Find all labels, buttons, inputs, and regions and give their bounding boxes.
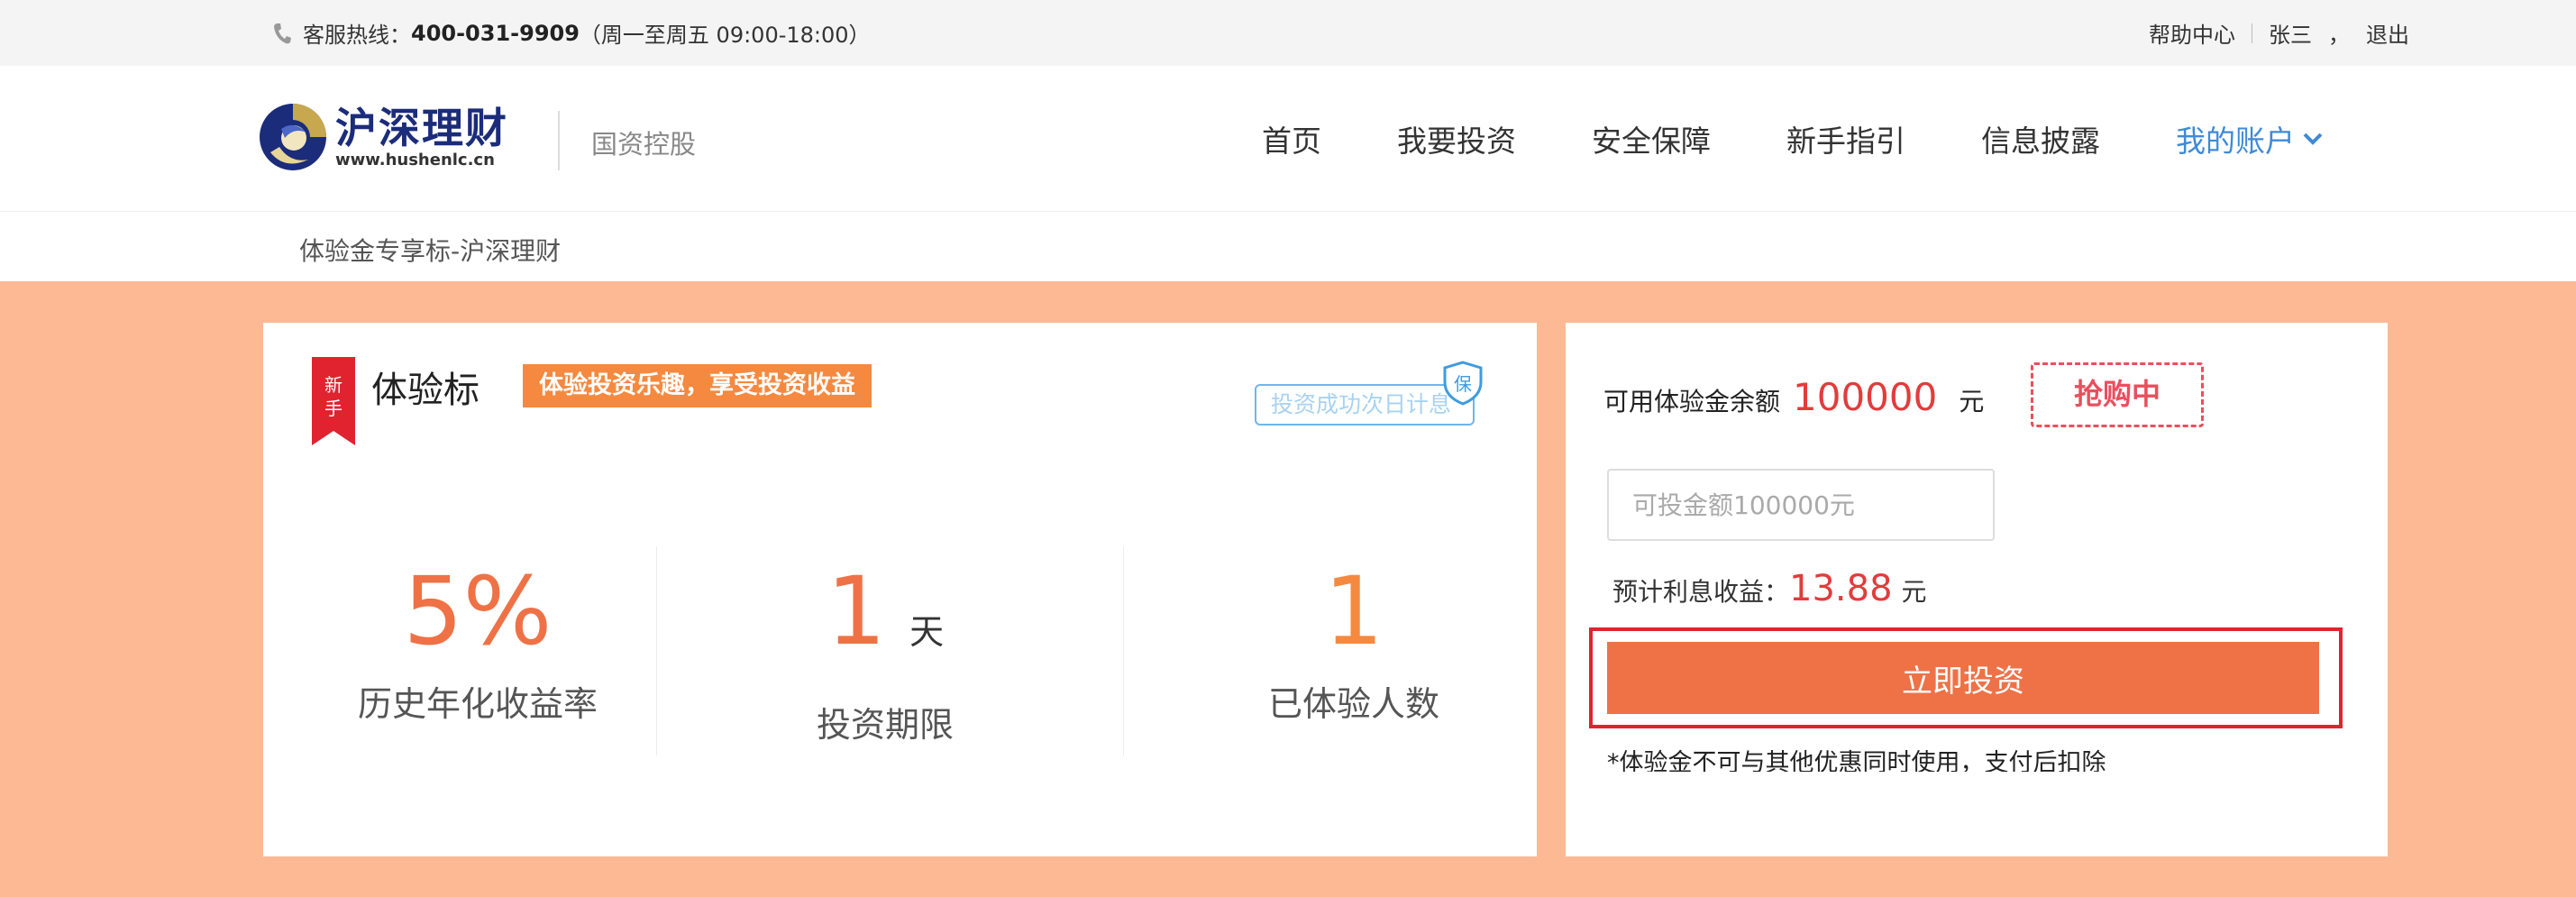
annual-rate-stat: 5% 历史年化收益率	[324, 564, 631, 726]
brand-url: www.hushenlc.cn	[335, 151, 495, 169]
nav-my-account[interactable]: 我的账户	[2176, 117, 2324, 160]
term-value: 1天	[705, 564, 1065, 679]
stat-divider	[656, 546, 657, 755]
svg-text:手: 手	[324, 398, 343, 419]
available-balance: 可用体验金余额 100000 元	[1603, 375, 1984, 419]
stat-divider	[1123, 546, 1124, 755]
product-slogan: 体验投资乐趣，享受投资收益	[523, 364, 872, 407]
service-hotline: 客服热线： 400-031-9909 （周一至周五 09:00-18:00）	[272, 0, 871, 66]
term-stat: 1天 投资期限	[705, 564, 1065, 746]
term-unit: 天	[909, 612, 945, 652]
expected-interest: 预计利息收益： 13.88 元	[1612, 568, 1927, 609]
username-link[interactable]: 张三	[2269, 17, 2312, 49]
participants-label: 已体验人数	[1267, 684, 1439, 724]
hotline-number: 400-031-9909	[411, 20, 580, 46]
brand-name: 沪深理财	[335, 104, 508, 152]
nav-home[interactable]: 首页	[1262, 117, 1321, 160]
nav-guide[interactable]: 新手指引	[1786, 117, 1905, 160]
term-number: 1	[826, 556, 887, 666]
site-logo[interactable]: 沪深理财 www.hushenlc.cn	[258, 102, 508, 172]
selling-status-stamp: 抢购中	[2031, 362, 2204, 427]
participants-stat: 1 已体验人数	[1201, 564, 1507, 726]
usage-note: *体验金不可与其他优惠同时使用，支付后扣除	[1607, 749, 2106, 772]
expected-interest-label: 预计利息收益：	[1612, 577, 1790, 607]
chevron-down-icon	[2303, 133, 2323, 145]
tagline: 国资控股	[591, 129, 697, 160]
breadcrumb: 体验金专享标-沪深理财	[0, 212, 2576, 281]
nav-security[interactable]: 安全保障	[1592, 117, 1711, 160]
invest-amount-input[interactable]	[1607, 469, 1995, 541]
shield-icon: 保	[1443, 361, 1483, 406]
balance-label: 可用体验金余额	[1603, 387, 1781, 416]
newbie-ribbon-icon: 新 手	[312, 357, 355, 445]
product-info-panel: 新 手 体验标 体验投资乐趣，享受投资收益 投资成功次日计息 保 5% 历史年化…	[263, 323, 1537, 856]
svg-text:新: 新	[324, 374, 343, 396]
svg-text:保: 保	[1454, 373, 1472, 395]
participants-value: 1	[1323, 556, 1384, 666]
nav-disclosure[interactable]: 信息披露	[1981, 117, 2100, 160]
top-user-links: 帮助中心 张三 ， 退出	[2149, 0, 2409, 66]
comma-separator: ，	[2328, 23, 2350, 48]
term-label: 投资期限	[816, 705, 954, 745]
expected-interest-amount: 13.88	[1789, 568, 1893, 609]
expected-interest-unit: 元	[1901, 577, 1927, 607]
phone-icon	[274, 23, 291, 43]
product-title: 体验标	[371, 370, 480, 411]
main-nav: 首页 我要投资 安全保障 新手指引 信息披露 我的账户	[1262, 66, 2324, 212]
top-bar: 客服热线： 400-031-9909 （周一至周五 09:00-18:00） 帮…	[0, 0, 2576, 66]
logo-emblem-icon	[260, 104, 326, 170]
invest-now-button[interactable]: 立即投资	[1607, 642, 2319, 714]
logo-divider	[558, 111, 560, 170]
nav-invest[interactable]: 我要投资	[1397, 117, 1516, 160]
hotline-label: 客服热线：	[303, 23, 411, 48]
hotline-hours: （周一至周五 09:00-18:00）	[579, 23, 871, 48]
annual-rate-value: 5%	[403, 556, 553, 666]
logout-link[interactable]: 退出	[2366, 17, 2409, 49]
help-center-link[interactable]: 帮助中心	[2149, 17, 2235, 49]
breadcrumb-text: 体验金专享标-沪深理财	[299, 236, 562, 266]
main-header: 沪深理财 www.hushenlc.cn 国资控股 首页 我要投资 安全保障 新…	[0, 66, 2576, 212]
annual-rate-label: 历史年化收益率	[357, 684, 598, 724]
balance-amount: 100000	[1793, 375, 1938, 419]
balance-unit: 元	[1959, 387, 1985, 416]
nav-my-account-label: 我的账户	[2176, 124, 2295, 159]
invest-panel: 可用体验金余额 100000 元 抢购中 预计利息收益： 13.88 元 立即投…	[1566, 323, 2388, 856]
